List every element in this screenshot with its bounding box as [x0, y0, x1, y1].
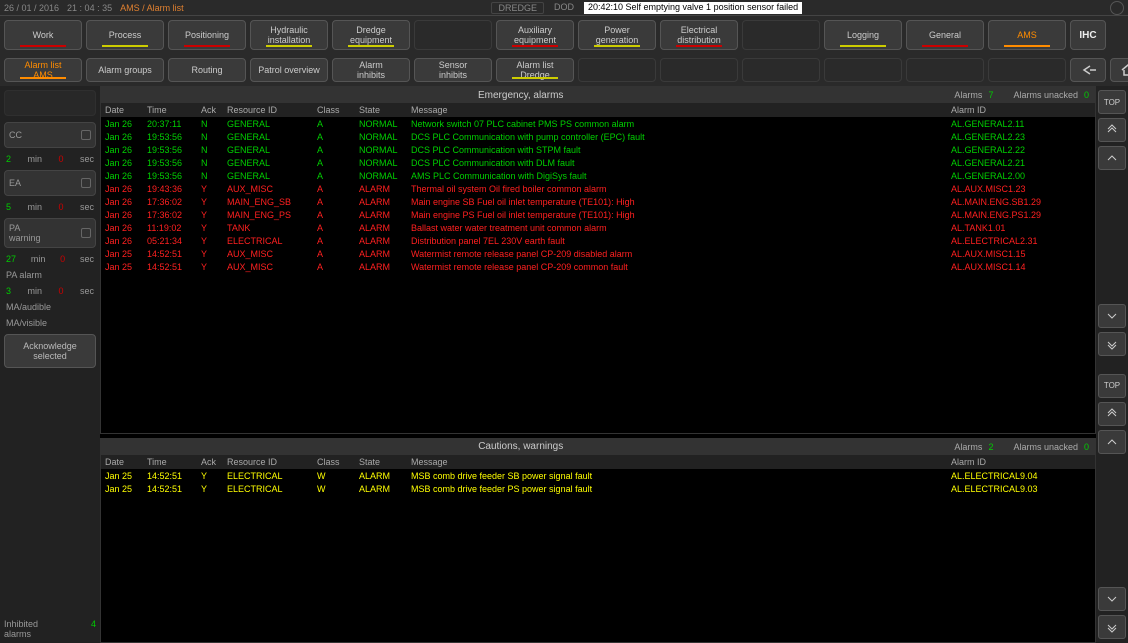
column-header: DateTimeAckResource IDClassStateMessageA…: [101, 103, 1095, 117]
scrollbar-emergency: TOP TOP: [1096, 86, 1128, 643]
column-header: DateTimeAckResource IDClassStateMessageA…: [101, 455, 1095, 469]
side-ack[interactable]: [4, 90, 96, 116]
stat-unacked-value: 0: [1084, 442, 1089, 452]
stat-unacked-label: Alarms unacked: [1013, 90, 1078, 100]
topbar: 26 / 01 / 2016 21 : 04 : 35 AMS / Alarm …: [0, 0, 1128, 16]
timer-row: 2min0sec: [4, 154, 96, 164]
scroll-bottom-icon[interactable]: [1098, 332, 1126, 356]
panel-emergency: Emergency, alarms Alarms 7 Alarms unacke…: [100, 86, 1096, 434]
nav-hydraulic[interactable]: Hydraulicinstallation: [250, 20, 328, 50]
alarm-row[interactable]: Jan 2514:52:51YAUX_MISCAALARMWatermist r…: [105, 248, 1091, 261]
scroll-top-icon[interactable]: [1098, 402, 1126, 426]
alarm-row[interactable]: Jan 2619:53:56NGENERALANORMALDCS PLC Com…: [105, 157, 1091, 170]
top-button[interactable]: TOP: [1098, 90, 1126, 114]
time: 21 : 04 : 35: [67, 3, 112, 13]
alarm-row[interactable]: Jan 2514:52:51YELECTRICALWALARMMSB comb …: [105, 483, 1091, 496]
alarm-row[interactable]: Jan 2619:43:36YAUX_MISCAALARMThermal oil…: [105, 183, 1091, 196]
nav-row-1: WorkProcessPositioningHydraulicinstallat…: [0, 16, 1128, 54]
subnav-patrol-overview[interactable]: Patrol overview: [250, 58, 328, 82]
nav-row-2: Alarm listAMSAlarm groupsRoutingPatrol o…: [0, 54, 1128, 86]
alarm-row[interactable]: Jan 2620:37:11NGENERALANORMALNetwork swi…: [105, 118, 1091, 131]
panel-title: Emergency, alarms: [107, 90, 934, 101]
stat-unacked-label: Alarms unacked: [1013, 442, 1078, 452]
panel-title: Cautions, warnings: [107, 441, 934, 452]
nav-ams[interactable]: AMS: [988, 20, 1066, 50]
notification: 20:42:10 Self emptying valve 1 position …: [584, 2, 802, 14]
subnav-sensor[interactable]: Sensorinhibits: [414, 58, 492, 82]
alarm-row[interactable]: Jan 2611:19:02YTANKAALARMBallast water w…: [105, 222, 1091, 235]
inhibited-alarms: Inhibitedalarms4: [4, 619, 96, 639]
stat-unacked-value: 0: [1084, 90, 1089, 100]
scroll-bottom-icon[interactable]: [1098, 615, 1126, 639]
checkbox[interactable]: [81, 130, 91, 140]
emergency-rows: Jan 2620:37:11NGENERALANORMALNetwork swi…: [101, 117, 1095, 433]
timer-row: 27min0sec: [4, 254, 96, 264]
stat-alarms-label: Alarms: [954, 442, 982, 452]
stat-alarms-label: Alarms: [954, 90, 982, 100]
side-ea[interactable]: EA: [4, 170, 96, 196]
subnav-empty: [742, 58, 820, 82]
nav-auxiliary[interactable]: Auxiliaryequipment: [496, 20, 574, 50]
stat-alarms-value: 7: [988, 90, 993, 100]
timer-row: 3min0sec: [4, 286, 96, 296]
alarm-row[interactable]: Jan 2619:53:56NGENERALANORMALDCS PLC Com…: [105, 144, 1091, 157]
content: Emergency, alarms Alarms 7 Alarms unacke…: [100, 86, 1096, 643]
sidebar: CC 2min0sec EA 5min0sec PAwarning 27min0sec PA…: [0, 86, 100, 643]
scroll-down-icon[interactable]: [1098, 304, 1126, 328]
back-icon[interactable]: [1070, 58, 1106, 82]
nav-power[interactable]: Powergeneration: [578, 20, 656, 50]
alarm-row[interactable]: Jan 2617:36:02YMAIN_ENG_SBAALARMMain eng…: [105, 196, 1091, 209]
alarm-row[interactable]: Jan 2514:52:51YAUX_MISCAALARMWatermist r…: [105, 261, 1091, 274]
home-icon[interactable]: [1110, 58, 1128, 82]
side-ma-visible[interactable]: MA/visible: [4, 318, 96, 328]
nav-empty: [742, 20, 820, 50]
nav-electrical[interactable]: Electricaldistribution: [660, 20, 738, 50]
acknowledge-selected-button[interactable]: Acknowledgeselected: [4, 334, 96, 368]
subnav-empty: [988, 58, 1066, 82]
subnav-empty: [578, 58, 656, 82]
subnav-alarm-list[interactable]: Alarm listAMS: [4, 58, 82, 82]
subnav-alarm[interactable]: Alarminhibits: [332, 58, 410, 82]
clock-icon[interactable]: [1110, 1, 1124, 15]
alarm-row[interactable]: Jan 2619:53:56NGENERALANORMALDCS PLC Com…: [105, 131, 1091, 144]
scroll-top-icon[interactable]: [1098, 118, 1126, 142]
nav-dredge[interactable]: Dredgeequipment: [332, 20, 410, 50]
scroll-up-icon[interactable]: [1098, 430, 1126, 454]
subnav-routing[interactable]: Routing: [168, 58, 246, 82]
tag-dod: DOD: [554, 2, 574, 14]
panel-caution: Cautions, warnings Alarms 2 Alarms unack…: [100, 438, 1096, 643]
checkbox[interactable]: [81, 178, 91, 188]
breadcrumb: AMS / Alarm list: [120, 3, 184, 13]
date: 26 / 01 / 2016: [4, 3, 59, 13]
logo: IHC: [1070, 20, 1106, 50]
nav-general[interactable]: General: [906, 20, 984, 50]
nav-positioning[interactable]: Positioning: [168, 20, 246, 50]
scroll-down-icon[interactable]: [1098, 587, 1126, 611]
alarm-row[interactable]: Jan 2514:52:51YELECTRICALWALARMMSB comb …: [105, 470, 1091, 483]
alarm-row[interactable]: Jan 2617:36:02YMAIN_ENG_PSAALARMMain eng…: [105, 209, 1091, 222]
alarm-row[interactable]: Jan 2605:21:34YELECTRICALAALARMDistribut…: [105, 235, 1091, 248]
top-button[interactable]: TOP: [1098, 374, 1126, 398]
side-pa[interactable]: PAwarning: [4, 218, 96, 248]
nav-logging[interactable]: Logging: [824, 20, 902, 50]
stat-alarms-value: 2: [988, 442, 993, 452]
subnav-empty: [906, 58, 984, 82]
subnav-alarm-groups[interactable]: Alarm groups: [86, 58, 164, 82]
nav-empty: [414, 20, 492, 50]
checkbox[interactable]: [81, 228, 91, 238]
caution-rows: Jan 2514:52:51YELECTRICALWALARMMSB comb …: [101, 469, 1095, 642]
nav-process[interactable]: Process: [86, 20, 164, 50]
alarm-row[interactable]: Jan 2619:53:56NGENERALANORMALAMS PLC Com…: [105, 170, 1091, 183]
side-ma-audible[interactable]: MA/audible: [4, 302, 96, 312]
timer-row: 5min0sec: [4, 202, 96, 212]
nav-work[interactable]: Work: [4, 20, 82, 50]
scroll-up-icon[interactable]: [1098, 146, 1126, 170]
side-pa-alarm[interactable]: PA alarm: [4, 270, 96, 280]
side-cc[interactable]: CC: [4, 122, 96, 148]
tag-dredge: DREDGE: [491, 2, 544, 14]
subnav-alarm-list[interactable]: Alarm listDredge: [496, 58, 574, 82]
subnav-empty: [824, 58, 902, 82]
subnav-empty: [660, 58, 738, 82]
